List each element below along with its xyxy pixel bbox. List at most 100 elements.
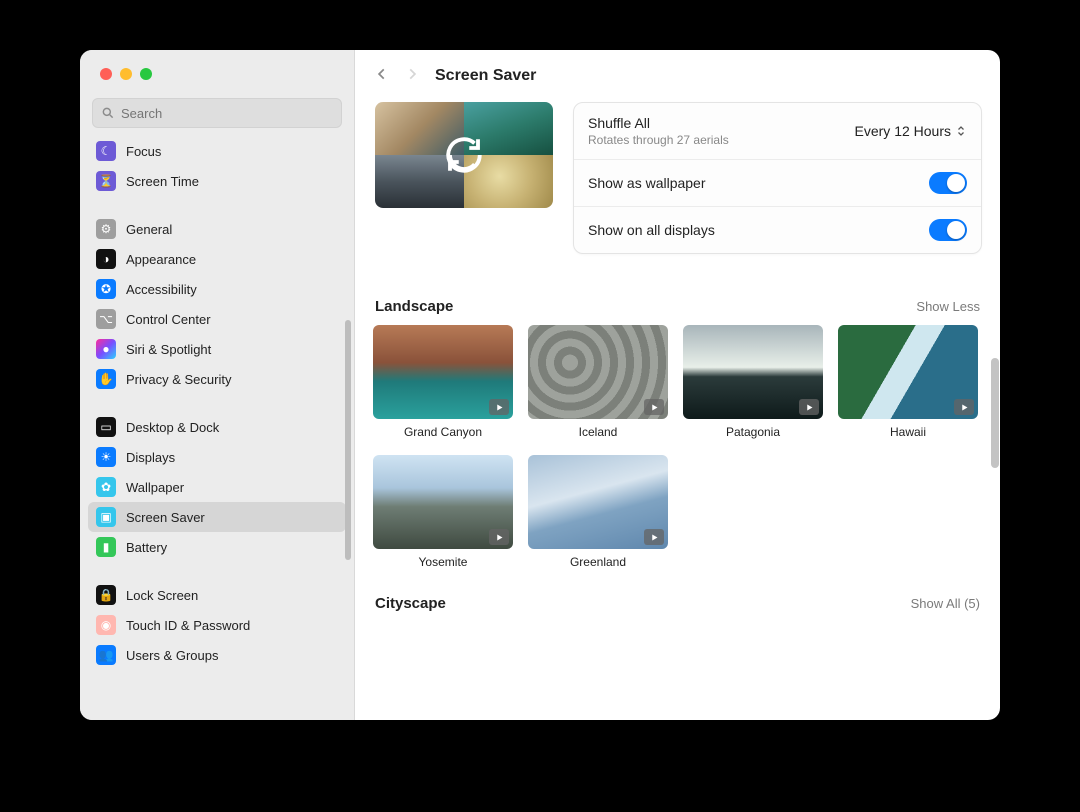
sidebar-item-battery[interactable]: ▮ Battery bbox=[88, 532, 346, 562]
appearance-icon: ◑ bbox=[96, 249, 116, 269]
shuffle-icon bbox=[375, 102, 553, 208]
sidebar-item-control-center[interactable]: ⌥ Control Center bbox=[88, 304, 346, 334]
screensaver-thumb bbox=[683, 325, 823, 419]
sidebar-item-wallpaper[interactable]: ✿ Wallpaper bbox=[88, 472, 346, 502]
close-icon[interactable] bbox=[100, 68, 112, 80]
screensaver-label: Iceland bbox=[528, 425, 668, 439]
chevron-updown-icon bbox=[955, 123, 967, 139]
controlcenter-icon: ⌥ bbox=[96, 309, 116, 329]
alldisplays-toggle[interactable] bbox=[929, 219, 967, 241]
shuffle-interval-value: Every 12 Hours bbox=[855, 123, 951, 139]
screensaver-card[interactable]: Grand Canyon bbox=[373, 325, 513, 439]
wallpaper-row: Show as wallpaper bbox=[574, 159, 981, 206]
nav-forward-button[interactable] bbox=[405, 65, 419, 88]
play-icon bbox=[489, 529, 509, 545]
shuffle-preview[interactable] bbox=[375, 102, 553, 208]
shuffle-row: Shuffle All Rotates through 27 aerials E… bbox=[574, 103, 981, 159]
screensaver-card[interactable]: Iceland bbox=[528, 325, 668, 439]
section-toggle-link[interactable]: Show Less bbox=[916, 299, 980, 314]
sidebar-item-label: Displays bbox=[126, 450, 175, 465]
main-panel: Screen Saver Shuffle All Rotates through… bbox=[355, 50, 1000, 720]
sidebar-item-appearance[interactable]: ◑Appearance bbox=[88, 244, 346, 274]
nav-back-button[interactable] bbox=[375, 65, 389, 88]
shuffle-title: Shuffle All bbox=[588, 115, 729, 131]
sidebar: ☾ Focus ⏳Screen Time ⚙General◑Appearance✪Ac… bbox=[80, 50, 355, 720]
screentime-icon: ⏳ bbox=[96, 171, 116, 191]
users-icon: 👥 bbox=[96, 645, 116, 665]
screensaver-card[interactable]: Hawaii bbox=[838, 325, 978, 439]
header: Screen Saver bbox=[355, 50, 1000, 102]
wallpaper-label: Show as wallpaper bbox=[588, 175, 706, 191]
sidebar-item-label: Focus bbox=[126, 144, 161, 159]
options-panel: Shuffle All Rotates through 27 aerials E… bbox=[573, 102, 982, 254]
section-title: Cityscape bbox=[375, 595, 446, 612]
sidebar-item-label: Privacy & Security bbox=[126, 372, 231, 387]
sidebar-item-label: Battery bbox=[126, 540, 167, 555]
screensaver-thumb bbox=[373, 325, 513, 419]
shuffle-interval-dropdown[interactable]: Every 12 Hours bbox=[855, 123, 967, 139]
section-toggle-link[interactable]: Show All (5) bbox=[911, 596, 980, 611]
sidebar-item-displays[interactable]: ☀ Displays bbox=[88, 442, 346, 472]
search-field[interactable] bbox=[92, 98, 342, 128]
screensaver-thumb bbox=[373, 455, 513, 549]
sidebar-item-lock-screen[interactable]: 🔒 Lock Screen bbox=[88, 580, 346, 610]
sidebar-item-users-groups[interactable]: 👥 Users & Groups bbox=[88, 640, 346, 670]
play-icon bbox=[489, 399, 509, 415]
sidebar-item-label: Lock Screen bbox=[126, 588, 198, 603]
sidebar-item-label: General bbox=[126, 222, 172, 237]
screensaver-icon: ▣ bbox=[96, 507, 116, 527]
sidebar-item-screen-time[interactable]: ⏳Screen Time bbox=[88, 166, 346, 196]
battery-icon: ▮ bbox=[96, 537, 116, 557]
sidebar-item-label: Touch ID & Password bbox=[126, 618, 250, 633]
screensaver-card[interactable]: Yosemite bbox=[373, 455, 513, 569]
sidebar-item-label: Siri & Spotlight bbox=[126, 342, 211, 357]
play-icon bbox=[799, 399, 819, 415]
sidebar-item-label: Wallpaper bbox=[126, 480, 184, 495]
screensaver-thumb bbox=[528, 325, 668, 419]
search-icon bbox=[101, 106, 115, 120]
screensaver-label: Hawaii bbox=[838, 425, 978, 439]
screensaver-label: Patagonia bbox=[683, 425, 823, 439]
content-scrollbar[interactable] bbox=[991, 358, 999, 468]
sidebar-item-siri-spotlight[interactable]: ● Siri & Spotlight bbox=[88, 334, 346, 364]
sidebar-item-general[interactable]: ⚙General bbox=[88, 214, 346, 244]
wallpaper-toggle[interactable] bbox=[929, 172, 967, 194]
displays-icon: ☀ bbox=[96, 447, 116, 467]
sidebar-item-label: Desktop & Dock bbox=[126, 420, 219, 435]
alldisplays-row: Show on all displays bbox=[574, 206, 981, 253]
preview-area: Shuffle All Rotates through 27 aerials E… bbox=[355, 102, 1000, 292]
screensaver-card[interactable]: Greenland bbox=[528, 455, 668, 569]
sidebar-item-privacy-security[interactable]: ✋ Privacy & Security bbox=[88, 364, 346, 394]
touchid-icon: ◉ bbox=[96, 615, 116, 635]
siri-icon: ● bbox=[96, 339, 116, 359]
wallpaper-icon: ✿ bbox=[96, 477, 116, 497]
privacy-icon: ✋ bbox=[96, 369, 116, 389]
sidebar-item-label: Users & Groups bbox=[126, 648, 218, 663]
desktop-icon: ▭ bbox=[96, 417, 116, 437]
screensaver-label: Grand Canyon bbox=[373, 425, 513, 439]
sidebar-item-focus[interactable]: ☾ Focus bbox=[88, 136, 346, 166]
play-icon bbox=[954, 399, 974, 415]
sidebar-item-label: Screen Saver bbox=[126, 510, 205, 525]
screensaver-card[interactable]: Patagonia bbox=[683, 325, 823, 439]
section-title: Landscape bbox=[375, 298, 453, 315]
search-input[interactable] bbox=[121, 106, 333, 121]
alldisplays-label: Show on all displays bbox=[588, 222, 715, 238]
settings-window: ☾ Focus ⏳Screen Time ⚙General◑Appearance✪Ac… bbox=[80, 50, 1000, 720]
zoom-icon[interactable] bbox=[140, 68, 152, 80]
lockscreen-icon: 🔒 bbox=[96, 585, 116, 605]
sidebar-item-accessibility[interactable]: ✪Accessibility bbox=[88, 274, 346, 304]
screensaver-thumb bbox=[528, 455, 668, 549]
section-header: Landscape Show Less bbox=[375, 298, 980, 315]
sidebar-scrollbar[interactable] bbox=[345, 320, 351, 560]
play-icon bbox=[644, 399, 664, 415]
focus-icon: ☾ bbox=[96, 141, 116, 161]
minimize-icon[interactable] bbox=[120, 68, 132, 80]
sidebar-item-screen-saver[interactable]: ▣ Screen Saver bbox=[88, 502, 346, 532]
sidebar-item-label: Control Center bbox=[126, 312, 211, 327]
shuffle-subtitle: Rotates through 27 aerials bbox=[588, 133, 729, 147]
sidebar-item-desktop-dock[interactable]: ▭ Desktop & Dock bbox=[88, 412, 346, 442]
accessibility-icon: ✪ bbox=[96, 279, 116, 299]
sidebar-list: ☾ Focus ⏳Screen Time ⚙General◑Appearance✪Ac… bbox=[80, 136, 354, 720]
sidebar-item-touch-id-password[interactable]: ◉ Touch ID & Password bbox=[88, 610, 346, 640]
